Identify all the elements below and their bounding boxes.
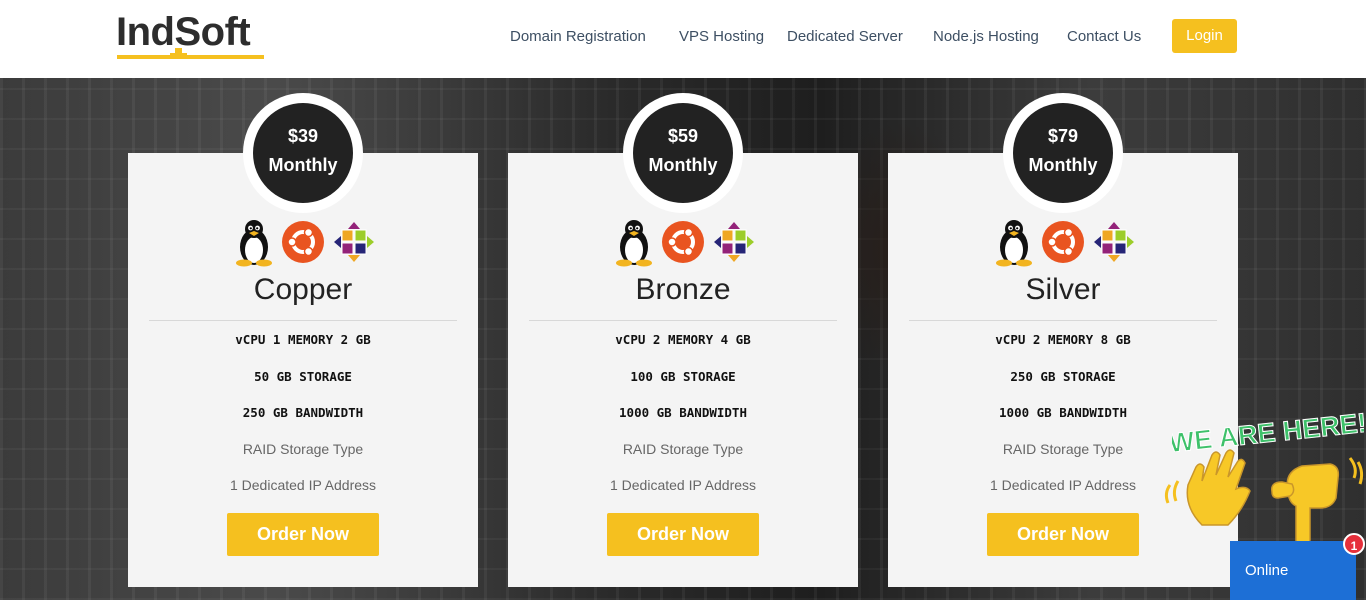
logo-text: IndSoft xyxy=(116,10,251,54)
plan-name: Bronze xyxy=(635,273,731,306)
card-divider xyxy=(909,320,1217,321)
unread-count-badge: 1 xyxy=(1343,533,1365,555)
order-now-button[interactable]: Order Now xyxy=(227,513,379,556)
price-amount: $39 xyxy=(287,126,319,146)
plan-spec-storage: 100 GB STORAGE xyxy=(630,369,736,384)
linux-tux-icon xyxy=(996,220,1032,267)
linux-tux-icon xyxy=(236,220,272,267)
centos-icon xyxy=(1094,222,1134,262)
centos-icon xyxy=(334,222,374,262)
price-badge-inner: $39 Monthly xyxy=(253,103,353,203)
chat-online-button[interactable]: Online xyxy=(1230,541,1356,600)
os-icons-row xyxy=(508,217,858,267)
site-logo[interactable]: IndSoft xyxy=(116,10,266,62)
site-header: IndSoft Domain Registration VPS Hosting … xyxy=(0,0,1366,78)
logo-underline xyxy=(117,55,264,59)
plan-spec-raid: RAID Storage Type xyxy=(622,441,744,457)
plan-spec-bandwidth: 250 GB BANDWIDTH xyxy=(242,405,364,420)
price-period: Monthly xyxy=(268,155,338,175)
nav-domain-registration[interactable]: Domain Registration xyxy=(510,26,646,48)
card-divider xyxy=(529,320,837,321)
logo-tick-base xyxy=(170,53,187,59)
nav-contact-us[interactable]: Contact Us xyxy=(1067,26,1141,48)
login-button[interactable]: Login xyxy=(1172,19,1237,53)
plan-spec-storage: 250 GB STORAGE xyxy=(1010,369,1116,384)
plan-spec-raid: RAID Storage Type xyxy=(242,441,364,457)
plan-spec-storage: 50 GB STORAGE xyxy=(254,369,352,384)
centos-icon xyxy=(714,222,754,262)
nav-dedicated-server[interactable]: Dedicated Server xyxy=(787,26,903,48)
plan-spec-cpu-memory: vCPU 2 MEMORY 8 GB xyxy=(995,332,1131,347)
plan-card-copper: Copper vCPU 1 MEMORY 2 GB 50 GB STORAGE … xyxy=(128,153,478,587)
nav-vps-hosting[interactable]: VPS Hosting xyxy=(679,26,764,48)
plan-spec-ip: 1 Dedicated IP Address xyxy=(609,477,757,493)
price-badge-inner: $79 Monthly xyxy=(1013,103,1113,203)
os-icons-row xyxy=(128,217,478,267)
plan-spec-cpu-memory: vCPU 1 MEMORY 2 GB xyxy=(235,332,371,347)
plan-spec-ip: 1 Dedicated IP Address xyxy=(229,477,377,493)
price-badge-copper: $39 Monthly xyxy=(243,93,363,213)
price-badge-bronze: $59 Monthly xyxy=(623,93,743,213)
ubuntu-icon xyxy=(282,221,324,263)
plan-name: Silver xyxy=(1025,273,1101,306)
plan-name: Copper xyxy=(253,273,353,306)
card-divider xyxy=(149,320,457,321)
price-amount: $79 xyxy=(1047,126,1079,146)
price-badge-inner: $59 Monthly xyxy=(633,103,733,203)
plan-card-bronze: Bronze vCPU 2 MEMORY 4 GB 100 GB STORAGE… xyxy=(508,153,858,587)
ubuntu-icon xyxy=(662,221,704,263)
plan-spec-bandwidth: 1000 GB BANDWIDTH xyxy=(619,405,747,420)
price-period: Monthly xyxy=(648,155,718,175)
plan-spec-cpu-memory: vCPU 2 MEMORY 4 GB xyxy=(615,332,751,347)
price-badge-silver: $79 Monthly xyxy=(1003,93,1123,213)
order-now-button[interactable]: Order Now xyxy=(987,513,1139,556)
nav-nodejs-hosting[interactable]: Node.js Hosting xyxy=(933,26,1039,48)
waving-hand-icon xyxy=(1164,449,1251,526)
linux-tux-icon xyxy=(616,220,652,267)
price-amount: $59 xyxy=(667,126,699,146)
order-now-button[interactable]: Order Now xyxy=(607,513,759,556)
price-period: Monthly xyxy=(1028,155,1098,175)
ubuntu-icon xyxy=(1042,221,1084,263)
os-icons-row xyxy=(888,217,1238,267)
